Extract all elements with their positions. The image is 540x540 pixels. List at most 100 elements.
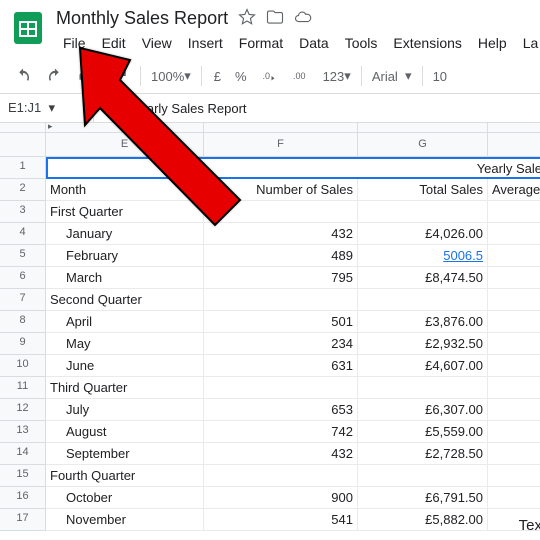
cloud-icon[interactable] [294, 8, 312, 29]
cell[interactable]: 5006.5 [358, 245, 488, 267]
row-header[interactable]: 4 [0, 223, 46, 245]
cell[interactable]: £5,882.00 [358, 509, 488, 531]
cell[interactable]: Third Quarter [46, 377, 204, 399]
row-header[interactable]: 2 [0, 179, 46, 201]
cell[interactable]: Fourth Quarter [46, 465, 204, 487]
row-header[interactable]: 10 [0, 355, 46, 377]
cell[interactable]: £4,607.00 [358, 355, 488, 377]
menu-format[interactable]: Format [232, 31, 290, 55]
cell[interactable]: £2,932.50 [358, 333, 488, 355]
cell[interactable]: June [46, 355, 204, 377]
row-header[interactable]: 5 [0, 245, 46, 267]
cell[interactable] [488, 399, 540, 421]
row-header[interactable]: 7 [0, 289, 46, 311]
cell[interactable] [204, 465, 358, 487]
row-header[interactable]: 14 [0, 443, 46, 465]
cell[interactable]: Second Quarter [46, 289, 204, 311]
decrease-decimal-icon[interactable]: .0 [259, 65, 281, 87]
cell[interactable]: 631 [204, 355, 358, 377]
move-icon[interactable] [266, 8, 284, 29]
cell[interactable]: £8,474.50 [358, 267, 488, 289]
formula-bar[interactable]: Yearly Sales Report [124, 95, 254, 122]
select-all-corner[interactable] [0, 123, 46, 133]
row-header[interactable]: 16 [0, 487, 46, 509]
cell[interactable]: 541 [204, 509, 358, 531]
menu-data[interactable]: Data [292, 31, 336, 55]
cell[interactable]: March [46, 267, 204, 289]
cell[interactable] [488, 355, 540, 377]
row-header[interactable]: 12 [0, 399, 46, 421]
sheets-logo[interactable] [8, 8, 48, 48]
merged-title-cell[interactable]: Yearly Sale [46, 157, 540, 179]
name-box[interactable]: E1:J1 ▾ [0, 94, 94, 122]
cell[interactable]: July [46, 399, 204, 421]
cell[interactable]: September [46, 443, 204, 465]
cell[interactable]: £3,876.00 [358, 311, 488, 333]
menu-view[interactable]: View [135, 31, 179, 55]
row-header[interactable]: 17 [0, 509, 46, 531]
cell[interactable] [488, 421, 540, 443]
cell[interactable] [488, 377, 540, 399]
cell[interactable] [204, 377, 358, 399]
menu-help[interactable]: Help [471, 31, 514, 55]
cell[interactable]: 653 [204, 399, 358, 421]
table-row[interactable]: First Quarter [46, 201, 540, 223]
cell[interactable] [488, 443, 540, 465]
menu-tools[interactable]: Tools [338, 31, 385, 55]
cell[interactable] [358, 289, 488, 311]
column-headers[interactable]: EFG [46, 133, 540, 157]
cell[interactable]: Total Sales [358, 179, 488, 201]
cell[interactable]: November [46, 509, 204, 531]
cell[interactable]: First Quarter [46, 201, 204, 223]
cell[interactable]: £2,728.50 [358, 443, 488, 465]
cell[interactable]: 432 [204, 223, 358, 245]
cell[interactable]: 742 [204, 421, 358, 443]
table-row[interactable]: January432£4,026.00 [46, 223, 540, 245]
cell[interactable]: 489 [204, 245, 358, 267]
cell[interactable]: £4,026.00 [358, 223, 488, 245]
cell[interactable] [358, 465, 488, 487]
paint-format-icon[interactable] [108, 65, 130, 87]
row-header[interactable]: 1 [0, 157, 46, 179]
increase-decimal-icon[interactable]: .00 [291, 65, 313, 87]
table-row[interactable]: March795£8,474.50 [46, 267, 540, 289]
cell[interactable] [488, 201, 540, 223]
cell[interactable]: £6,307.00 [358, 399, 488, 421]
number-format-select[interactable]: 123 ▾ [323, 68, 351, 84]
cell[interactable] [204, 289, 358, 311]
table-row[interactable]: April501£3,876.00 [46, 311, 540, 333]
spreadsheet-grid[interactable]: 1234567891011121314151617 EFG Yearly Sal… [0, 123, 540, 531]
cell[interactable]: Number of Sales [204, 179, 358, 201]
table-row[interactable]: July653£6,307.00 [46, 399, 540, 421]
cell[interactable] [358, 377, 488, 399]
cell[interactable] [488, 487, 540, 509]
row-header[interactable]: 3 [0, 201, 46, 223]
cell[interactable] [488, 289, 540, 311]
table-row[interactable]: September432£2,728.50 [46, 443, 540, 465]
table-row[interactable]: Fourth Quarter [46, 465, 540, 487]
cell[interactable]: £5,559.00 [358, 421, 488, 443]
menu-truncated[interactable]: La [516, 31, 540, 55]
print-icon[interactable] [76, 65, 98, 87]
cell[interactable]: February [46, 245, 204, 267]
percent-button[interactable]: % [233, 67, 249, 86]
table-row[interactable]: May234£2,932.50 [46, 333, 540, 355]
table-row[interactable]: June631£4,607.00 [46, 355, 540, 377]
cell[interactable]: August [46, 421, 204, 443]
row-header[interactable]: 13 [0, 421, 46, 443]
table-row[interactable]: Second Quarter [46, 289, 540, 311]
currency-button[interactable]: £ [212, 67, 223, 86]
cell[interactable]: May [46, 333, 204, 355]
undo-icon[interactable] [12, 65, 34, 87]
cell[interactable]: Average [488, 179, 540, 201]
table-row[interactable]: Third Quarter [46, 377, 540, 399]
col-header[interactable]: F [204, 133, 358, 157]
col-header[interactable] [488, 133, 540, 157]
cell[interactable]: Month [46, 179, 204, 201]
menu-file[interactable]: File [56, 31, 93, 55]
cell[interactable] [488, 333, 540, 355]
redo-icon[interactable] [44, 65, 66, 87]
row-header-blank[interactable] [0, 133, 46, 157]
menu-extensions[interactable]: Extensions [386, 31, 468, 55]
menu-edit[interactable]: Edit [95, 31, 133, 55]
